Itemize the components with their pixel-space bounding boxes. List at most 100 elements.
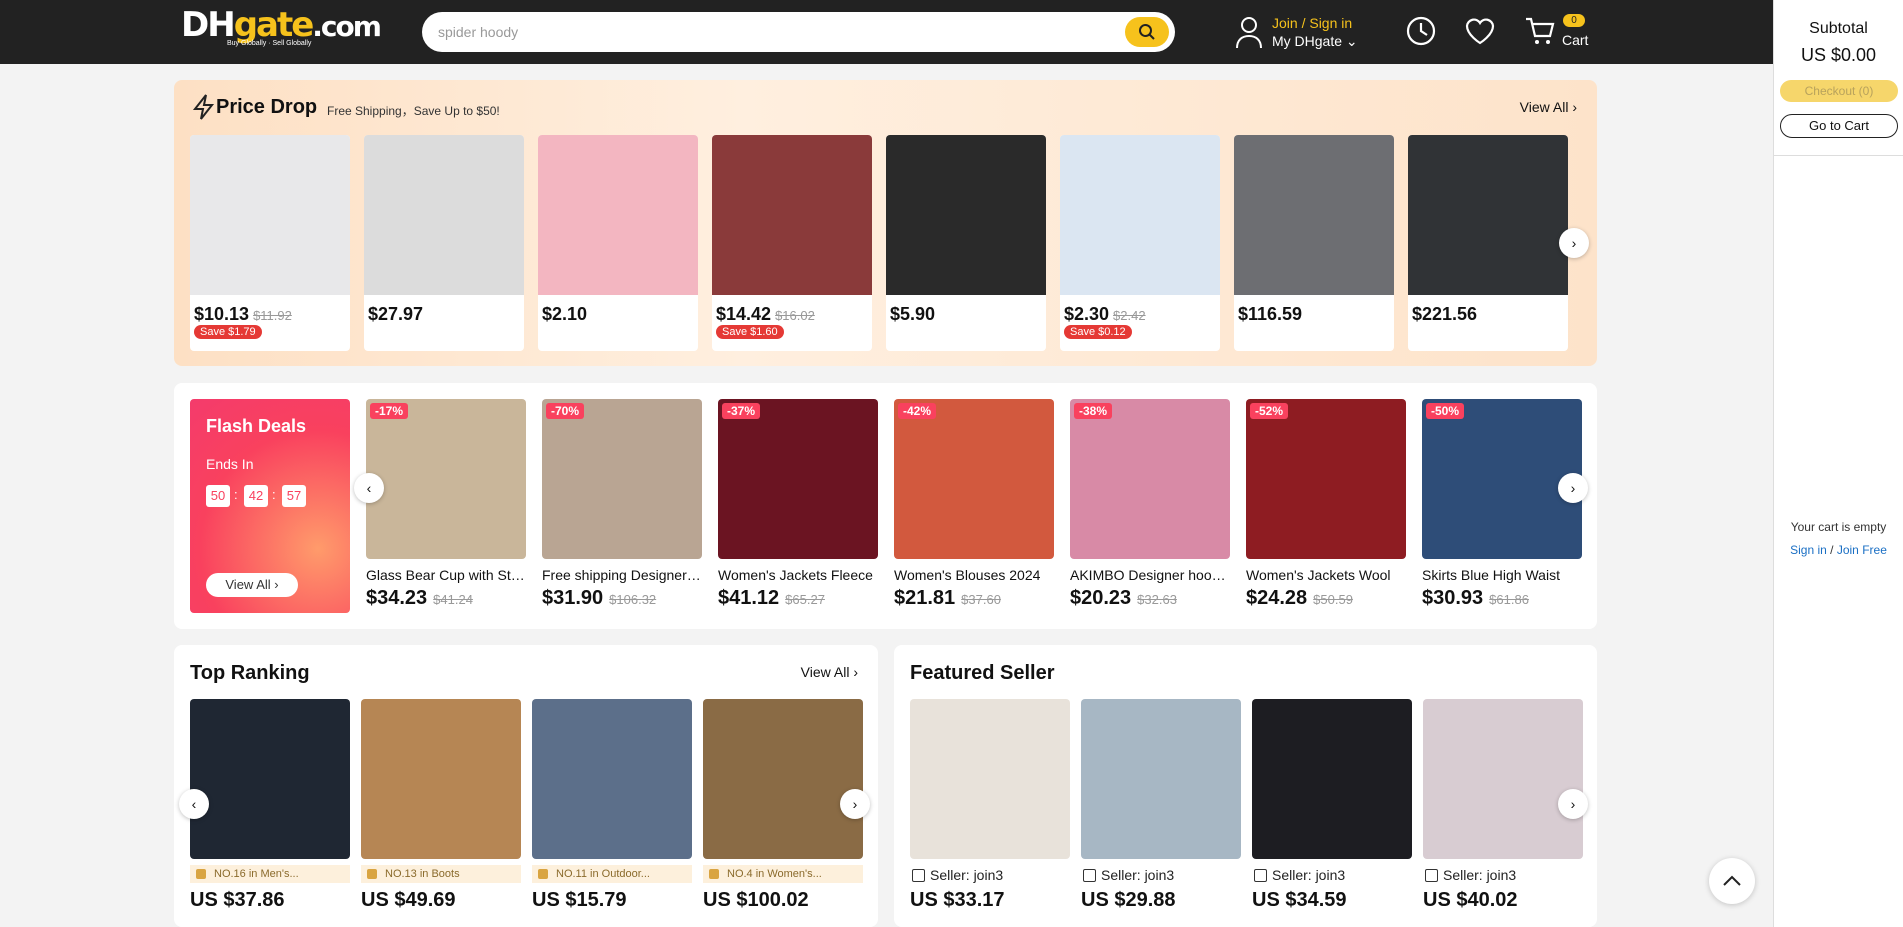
product-image[interactable] [712, 135, 872, 295]
join-free-link[interactable]: Join Free [1837, 543, 1887, 557]
price-original: $65.27 [785, 592, 825, 607]
ranking-item[interactable]: NO.13 in Boots US $49.69 [361, 699, 521, 912]
sign-in-link[interactable]: Sign in [1790, 543, 1827, 557]
product-image[interactable] [1234, 135, 1394, 295]
product-name[interactable]: AKIMBO Designer hoodie [1070, 567, 1230, 583]
view-all-label: View All [225, 577, 271, 592]
go-to-cart-button[interactable]: Go to Cart [1780, 114, 1898, 138]
discount-badge: -50% [1426, 403, 1465, 419]
product-image[interactable] [1252, 699, 1412, 859]
featured-item[interactable]: Seller: join3 US $29.88 [1081, 699, 1241, 912]
save-badge: Save $1.60 [716, 325, 784, 339]
product-image[interactable] [1423, 699, 1583, 859]
product-price: $2.10 [542, 304, 587, 325]
price-current: $27.97 [368, 304, 424, 324]
flash-prev-button[interactable]: ‹ [354, 473, 384, 503]
search-button[interactable] [1125, 17, 1169, 47]
product-image[interactable] [703, 699, 863, 859]
price-drop-view-all[interactable]: View All › [1520, 99, 1577, 115]
product-price: US $34.59 [1252, 889, 1347, 911]
back-to-top-button[interactable] [1709, 858, 1755, 904]
flash-deal-item[interactable]: -50% Skirts Blue High Waist $30.93 $61.86 [1422, 399, 1582, 610]
product-name[interactable]: Women's Blouses 2024 [894, 567, 1054, 583]
join-sign-in-link[interactable]: Join / Sign in [1272, 14, 1358, 32]
product-name[interactable]: Glass Bear Cup with Straw [366, 567, 526, 583]
featured-item[interactable]: Seller: join3 US $34.59 [1252, 699, 1412, 912]
rank-badge[interactable]: NO.11 in Outdoor... [532, 865, 692, 883]
seller-link[interactable]: Seller: join3 [1423, 867, 1583, 883]
product-image[interactable] [910, 699, 1070, 859]
flash-next-button[interactable]: › [1558, 473, 1588, 503]
price-drop-item[interactable]: $221.56 [1408, 135, 1568, 351]
price-drop-item[interactable]: $5.90 [886, 135, 1046, 351]
history-icon[interactable] [1404, 14, 1438, 48]
product-image[interactable] [886, 135, 1046, 295]
product-name[interactable]: Women's Jackets Wool [1246, 567, 1406, 583]
rank-badge[interactable]: NO.13 in Boots [361, 865, 521, 883]
ranking-item[interactable]: NO.16 in Men's... US $37.86 [190, 699, 350, 912]
flash-deal-item[interactable]: -37% Women's Jackets Fleece $41.12 $65.27 [718, 399, 878, 610]
flash-view-all-button[interactable]: View All › [206, 573, 298, 597]
product-price: US $29.88 [1081, 889, 1176, 911]
cart-label[interactable]: Cart [1562, 32, 1588, 48]
rank-badge[interactable]: NO.16 in Men's... [190, 865, 350, 883]
product-image[interactable]: -37% [718, 399, 878, 559]
search-input[interactable] [438, 12, 1098, 52]
chevron-down-icon: ⌄ [1345, 33, 1358, 49]
product-image[interactable]: -52% [1246, 399, 1406, 559]
heart-icon[interactable] [1463, 14, 1497, 48]
flash-deal-item[interactable]: -52% Women's Jackets Wool $24.28 $50.59 [1246, 399, 1406, 610]
product-image[interactable] [361, 699, 521, 859]
price-drop-item[interactable]: $2.30 $2.42 Save $0.12 [1060, 135, 1220, 351]
flash-deal-item[interactable]: -70% Free shipping Designer Boots $31.90 $1… [542, 399, 702, 610]
top-ranking-view-all[interactable]: View All › [801, 664, 858, 680]
save-badge: Save $0.12 [1064, 325, 1132, 339]
product-name[interactable]: Free shipping Designer Boots [542, 567, 702, 583]
price-drop-item[interactable]: $10.13 $11.92 Save $1.79 [190, 135, 350, 351]
seller-link[interactable]: Seller: join3 [910, 867, 1070, 883]
product-image[interactable]: -38% [1070, 399, 1230, 559]
featured-item[interactable]: Seller: join3 US $33.17 [910, 699, 1070, 912]
product-image[interactable] [532, 699, 692, 859]
price-original: $37.60 [961, 592, 1001, 607]
seller-link[interactable]: Seller: join3 [1081, 867, 1241, 883]
product-image[interactable] [364, 135, 524, 295]
product-price: $31.90 $106.32 [542, 587, 702, 610]
cart-icon[interactable] [1524, 14, 1556, 48]
ranking-next-button[interactable]: › [840, 789, 870, 819]
product-image[interactable]: -17% [366, 399, 526, 559]
product-image[interactable] [190, 135, 350, 295]
product-name[interactable]: Skirts Blue High Waist [1422, 567, 1582, 583]
product-image[interactable]: -50% [1422, 399, 1582, 559]
account-menu[interactable]: Join / Sign in My DHgate ⌄ [1234, 14, 1358, 50]
price-drop-next-button[interactable]: › [1559, 228, 1589, 258]
price-current: $24.28 [1246, 587, 1308, 609]
flash-deal-item[interactable]: -42% Women's Blouses 2024 $21.81 $37.60 [894, 399, 1054, 610]
top-ranking-section: Top Ranking View All › NO.16 in Men's...… [174, 645, 878, 927]
product-image[interactable] [1408, 135, 1568, 295]
dhgate-logo[interactable]: DHgate.com Buy Globally · Sell Globally [181, 6, 382, 52]
product-name[interactable]: Women's Jackets Fleece [718, 567, 878, 583]
product-image[interactable] [190, 699, 350, 859]
price-drop-item[interactable]: $14.42 $16.02 Save $1.60 [712, 135, 872, 351]
flash-deals-banner[interactable]: Flash Deals Ends In 50 : 42 : 57 View Al… [190, 399, 350, 613]
price-drop-item[interactable]: $116.59 [1234, 135, 1394, 351]
flash-deal-item[interactable]: -38% AKIMBO Designer hoodie $20.23 $32.63 [1070, 399, 1230, 610]
rank-badge[interactable]: NO.4 in Women's... [703, 865, 863, 883]
checkout-button[interactable]: Checkout (0) [1780, 80, 1898, 102]
ranking-prev-button[interactable]: ‹ [179, 789, 209, 819]
product-image[interactable]: -70% [542, 399, 702, 559]
price-drop-item[interactable]: $27.97 [364, 135, 524, 351]
product-image[interactable] [1081, 699, 1241, 859]
product-image[interactable]: -42% [894, 399, 1054, 559]
price-current: $221.56 [1412, 304, 1478, 324]
product-image[interactable] [1060, 135, 1220, 295]
seller-link[interactable]: Seller: join3 [1252, 867, 1412, 883]
product-image[interactable] [538, 135, 698, 295]
ranking-item[interactable]: NO.11 in Outdoor... US $15.79 [532, 699, 692, 912]
my-dhgate-label[interactable]: My DHgate [1272, 33, 1342, 49]
price-drop-item[interactable]: $2.10 [538, 135, 698, 351]
flash-deal-item[interactable]: -17% Glass Bear Cup with Straw $34.23 $41.2… [366, 399, 526, 610]
featured-next-button[interactable]: › [1558, 789, 1588, 819]
ranking-item[interactable]: NO.4 in Women's... US $100.02 [703, 699, 863, 912]
